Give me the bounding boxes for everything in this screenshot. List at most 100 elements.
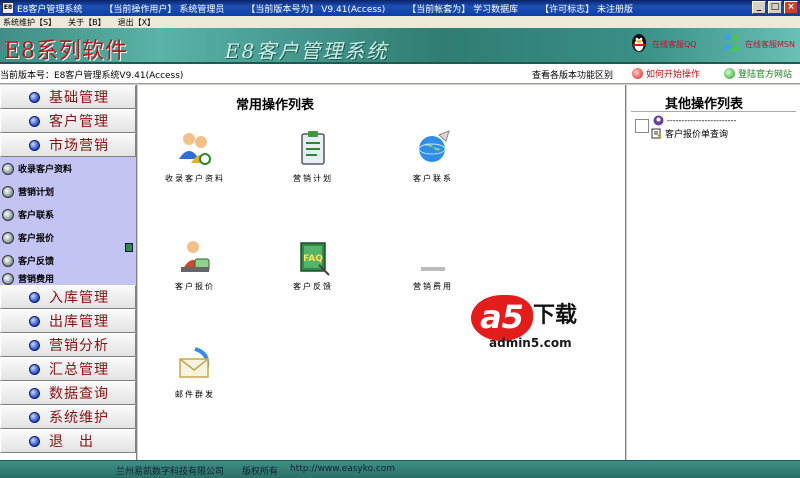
footer-company: 兰州易凯数字科技有限公司 — [116, 467, 225, 477]
menu-system-maintenance[interactable]: 系统维护【S】 — [3, 17, 56, 28]
version-value: V9.41(Access) — [321, 4, 386, 15]
operator-value: 系统管理员 — [179, 4, 225, 15]
tree-expander[interactable] — [635, 119, 649, 133]
operator-label: 【当前操作用户】 — [104, 4, 177, 15]
sub-customer-contact[interactable]: 客户联系 — [0, 203, 136, 226]
system-title: E8客户管理系统 — [225, 39, 389, 63]
how-to-start-link[interactable]: 如何开始操作 — [632, 67, 700, 80]
other-ops-heading: 其他操作列表 — [665, 97, 744, 112]
nav-basic-management[interactable]: 基础管理 — [0, 85, 136, 109]
nav-label: 退 出 — [49, 434, 94, 450]
site-watermark: a5 下载 admin5.com — [471, 295, 611, 355]
sub-collect-customer[interactable]: 收录客户资料 — [0, 157, 136, 180]
nav-label: 基础管理 — [49, 90, 109, 106]
title-bar: E8 E8客户管理系统 【当前操作用户】 系统管理员 【当前版本号为】 V9.4… — [0, 0, 800, 16]
nav-label: 客户管理 — [49, 114, 109, 130]
minimize-button[interactable]: _ — [752, 1, 766, 14]
maximize-button[interactable]: □ — [768, 1, 782, 14]
nav-bullet-icon — [29, 435, 40, 447]
nav-bullet-icon — [29, 315, 40, 327]
tree-root-icon — [653, 115, 664, 126]
qq-penguin-icon[interactable] — [628, 31, 650, 53]
account-label: 【当前帐套为】 — [407, 4, 471, 15]
version-label: 【当前版本号为】 — [246, 4, 319, 15]
other-operations-panel: 其他操作列表 ------------------------ 客户报价单查询 — [627, 85, 800, 460]
faq-book-icon: FAQ — [300, 242, 330, 276]
nav-label: 汇总管理 — [49, 362, 109, 378]
op-marketing-cost[interactable]: 营销费用 — [398, 237, 468, 292]
tree-item-quote-query[interactable]: 客户报价单查询 — [651, 127, 728, 140]
tree-item-label: 客户报价单查询 — [665, 130, 729, 140]
nav-stock-out[interactable]: 出库管理 — [0, 309, 136, 333]
op-customer-contact[interactable]: 客户联系 — [398, 129, 468, 184]
online-qq-link[interactable]: 在线客服QQ — [652, 39, 697, 50]
op-customer-quote[interactable]: 客户报价 — [160, 237, 230, 292]
sub-customer-quote[interactable]: 客户报价 — [0, 226, 136, 249]
license-label: 【许可标志】 — [540, 4, 595, 15]
tree-root-label: ------------------------ — [667, 116, 737, 125]
license-value: 未注册版 — [597, 4, 634, 15]
version-info: 【当前版本号为】 V9.41(Access) — [246, 2, 385, 15]
watermark-site-text: admin5.com — [489, 336, 572, 350]
nav-data-query[interactable]: 数据查询 — [0, 381, 136, 405]
sub-label: 客户联系 — [18, 211, 55, 221]
op-collect-customer[interactable]: 收录客户资料 — [160, 129, 230, 184]
close-button[interactable]: × — [784, 1, 798, 14]
license-info: 【许可标志】 未注册版 — [540, 2, 633, 15]
nav-bullet-icon — [29, 411, 40, 423]
status-footer: 兰州易凯数字科技有限公司 版权所有 http://www.easyko.com — [0, 460, 800, 478]
watermark-download-text: 下载 — [533, 303, 578, 328]
heading-divider — [631, 111, 796, 112]
op-label: 客户反馈 — [293, 282, 333, 291]
version-diff-link[interactable]: 查看各版本功能区别 — [532, 68, 613, 81]
app-name: E8客户管理系统 — [17, 4, 83, 15]
nav-marketing-analysis[interactable]: 营销分析 — [0, 333, 136, 357]
operator-info: 【当前操作用户】 系统管理员 — [104, 2, 224, 15]
nav-exit[interactable]: 退 出 — [0, 429, 136, 453]
nav-customer-management[interactable]: 客户管理 — [0, 109, 136, 133]
header-banner: E8系列软件 E8客户管理系统 在线客服QQ 在线客服MSN — [0, 28, 800, 64]
account-info: 【当前帐套为】 学习数据库 — [407, 2, 518, 15]
nav-system-maintenance[interactable]: 系统维护 — [0, 405, 136, 429]
footer-url[interactable]: http://www.easyko.com — [290, 464, 395, 474]
sub-bullet-icon — [2, 231, 14, 244]
sub-customer-feedback[interactable]: 客户反馈 — [0, 249, 136, 272]
how-to-start-label: 如何开始操作 — [646, 70, 701, 80]
sub-bullet-icon — [2, 272, 14, 285]
watermark-logo: a5 — [471, 295, 533, 341]
op-mass-mail[interactable]: 邮件群发 — [160, 345, 230, 400]
version-bar: 当前版本号：E8客户管理系统V9.41(Access) 查看各版本功能区别 如何… — [0, 64, 800, 84]
scroll-down-icon[interactable] — [125, 243, 133, 252]
menu-about[interactable]: 关于【B】 — [68, 17, 106, 28]
window-controls: _ □ × — [752, 1, 798, 14]
official-site-label: 登陆官方网站 — [738, 70, 793, 80]
common-ops-heading: 常用操作列表 — [236, 98, 315, 113]
sub-marketing-cost[interactable]: 营销费用 — [0, 272, 136, 285]
online-msn-link[interactable]: 在线客服MSN — [745, 39, 795, 50]
nav-marketing[interactable]: 市场营销 — [0, 133, 136, 157]
marketing-subpanel: 收录客户资料 营销计划 客户联系 客户报价 客户反馈 营销费用 — [0, 157, 136, 285]
account-value: 学习数据库 — [473, 4, 519, 15]
op-label: 营销计划 — [293, 174, 333, 183]
sub-marketing-plan[interactable]: 营销计划 — [0, 180, 136, 203]
menu-exit[interactable]: 退出【X】 — [118, 17, 155, 28]
app-icon: E8 — [2, 2, 14, 14]
nav-label: 出库管理 — [49, 314, 109, 330]
nav-label: 数据查询 — [49, 386, 109, 402]
op-marketing-plan[interactable]: 营销计划 — [278, 129, 348, 184]
op-customer-feedback[interactable]: FAQ 客户反馈 — [278, 237, 348, 292]
help-icon — [632, 68, 643, 79]
product-logo: E8系列软件 — [4, 39, 129, 64]
nav-label: 系统维护 — [49, 410, 109, 426]
nav-bullet-icon — [29, 291, 40, 303]
sub-label: 营销费用 — [18, 275, 55, 285]
nav-summary[interactable]: 汇总管理 — [0, 357, 136, 381]
sub-bullet-icon — [2, 185, 14, 198]
msn-buddy-icon[interactable] — [720, 31, 742, 53]
nav-stock-in[interactable]: 入库管理 — [0, 285, 136, 309]
mail-icon — [179, 347, 210, 378]
op-label: 客户报价 — [175, 282, 215, 291]
nav-bullet-icon — [29, 91, 40, 103]
official-site-link[interactable]: 登陆官方网站 — [724, 67, 792, 80]
current-version-text: 当前版本号：E8客户管理系统V9.41(Access) — [0, 71, 184, 81]
